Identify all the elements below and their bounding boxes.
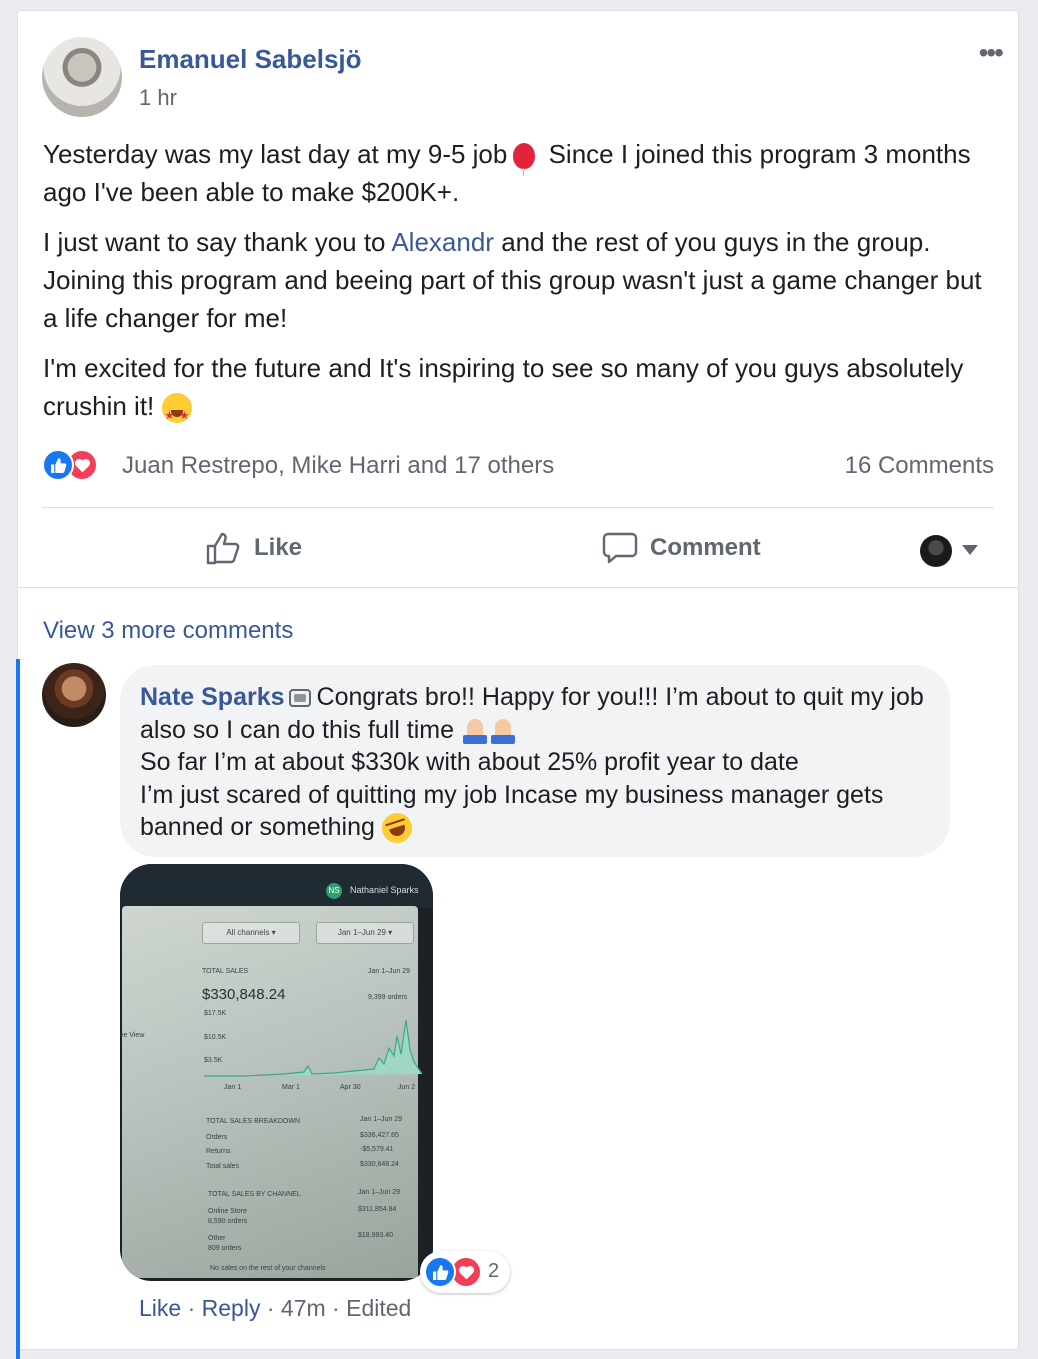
comment-photo[interactable]: NS Nathaniel Sparks All channels ▾ Jan 1… <box>120 864 433 1281</box>
channel-row-sub: 809 orders <box>208 1245 242 1252</box>
orders-count: 9,399 orders <box>368 994 408 1001</box>
channels-filter: All channels ▾ <box>202 922 300 944</box>
balloon-emoji-icon <box>513 143 536 177</box>
x-tick: Apr 30 <box>340 1084 361 1091</box>
comment-bubble-icon <box>602 532 638 564</box>
post-body: Yesterday was my last day at my 9-5 job … <box>43 135 993 437</box>
breakdown-row-value: $330,848.24 <box>360 1161 399 1168</box>
date-filter: Jan 1–Jun 29 ▾ <box>316 922 414 944</box>
channel-row-label: Other <box>208 1235 226 1242</box>
reaction-names[interactable]: Juan Restrepo, Mike Harri and 17 others <box>122 452 554 480</box>
folded-hands-emoji-icon <box>489 717 517 745</box>
comment-count[interactable]: 16 Comments <box>845 452 994 480</box>
channel-footer: No sales on the rest of your channels <box>210 1265 326 1272</box>
breakdown-row-label: Orders <box>206 1134 228 1141</box>
x-tick: Mar 1 <box>282 1084 300 1091</box>
comment-edited[interactable]: Edited <box>346 1295 411 1321</box>
comment-time[interactable]: 47m <box>281 1295 326 1321</box>
author-avatar[interactable] <box>42 37 122 117</box>
total-sales-label: TOTAL SALES <box>202 968 249 975</box>
post-text-segment: I just want to say thank you to <box>43 227 386 257</box>
post-card: Emanuel Sabelsjö 1 hr ••• Yesterday was … <box>16 10 1019 1359</box>
breakdown-label: TOTAL SALES BREAKDOWN <box>206 1118 301 1125</box>
comment-button-label: Comment <box>650 534 761 561</box>
account-name: Nathaniel Sparks <box>350 885 419 895</box>
channel-row-sub: 8,590 orders <box>208 1218 248 1225</box>
divider <box>18 587 1018 588</box>
chevron-down-icon[interactable] <box>962 545 978 555</box>
photo-screen <box>122 906 418 1278</box>
comment-bubble: Nate Sparks Congrats bro!! Happy for you!… <box>120 665 950 857</box>
commenter-name[interactable]: Nate Sparks <box>140 683 285 711</box>
post-text-segment: Yesterday was my last day at my 9-5 job <box>43 139 508 169</box>
conversation-starter-badge-icon[interactable] <box>288 689 311 708</box>
comment-reactions-badge[interactable]: 2 <box>420 1251 510 1293</box>
comment-text: I’m just scared of quitting my job Incas… <box>140 780 884 842</box>
breakdown-row-value: $336,427.65 <box>360 1132 399 1139</box>
rolling-laughing-emoji-icon <box>377 809 416 848</box>
comment-text: So far I’m at about $330k with about 25%… <box>140 748 799 776</box>
action-bar: Like Comment <box>18 511 1018 587</box>
channel-label: TOTAL SALES BY CHANNEL <box>208 1191 301 1198</box>
view-more-comments-link[interactable]: View 3 more comments <box>43 617 293 645</box>
author-name[interactable]: Emanuel Sabelsjö <box>139 44 362 75</box>
star-struck-emoji-icon <box>161 393 192 435</box>
divider <box>42 507 994 508</box>
like-reaction-icon <box>424 1256 456 1288</box>
breakdown-date: Jan 1–Jun 29 <box>360 1116 403 1123</box>
post-paragraph-3: I'm excited for the future and It's insp… <box>43 349 993 435</box>
comment-thread-highlight <box>16 659 20 1359</box>
more-options-icon[interactable]: ••• <box>979 37 1004 69</box>
total-sales-value: $330,848.24 <box>202 986 286 1003</box>
like-button[interactable]: Like <box>206 531 302 565</box>
like-reaction-icon <box>42 449 74 481</box>
sales-sparkline <box>204 1019 423 1077</box>
x-tick: Jan 1 <box>224 1084 242 1091</box>
comment-button[interactable]: Comment <box>602 531 761 565</box>
commenter-avatar[interactable] <box>42 663 106 727</box>
like-button-label: Like <box>254 534 303 561</box>
reaction-count: 2 <box>488 1260 500 1282</box>
comment-reply-link[interactable]: Reply <box>202 1295 261 1321</box>
post-paragraph-1: Yesterday was my last day at my 9-5 job … <box>43 135 993 211</box>
post-timestamp[interactable]: 1 hr <box>139 85 177 111</box>
breakdown-row-label: Returns <box>206 1148 231 1155</box>
comment-meta: Like · Reply · 47m · Edited <box>139 1295 412 1321</box>
thumbs-up-icon <box>206 532 240 565</box>
channel-date: Jan 1–Jun 29 <box>358 1189 401 1196</box>
breakdown-row-value: -$5,579.41 <box>360 1146 394 1153</box>
comment-like-link[interactable]: Like <box>139 1295 181 1321</box>
channel-row-label: Online Store <box>208 1208 247 1215</box>
side-label: ve View <box>120 1032 145 1039</box>
channel-row-value: $311,854.84 <box>358 1206 397 1213</box>
x-tick: Jun 2 <box>398 1084 416 1091</box>
breakdown-row-label: Total sales <box>206 1163 240 1170</box>
folded-hands-emoji-icon <box>461 717 489 745</box>
account-initials-badge: NS <box>326 883 342 899</box>
reactions-summary[interactable]: Juan Restrepo, Mike Harri and 17 others … <box>42 449 994 485</box>
post-paragraph-2: I just want to say thank you to Alexandr… <box>43 223 993 337</box>
total-sales-date: Jan 1–Jun 29 <box>368 968 411 975</box>
mention-link[interactable]: Alexandr <box>391 227 494 257</box>
profile-selector-avatar[interactable] <box>920 535 952 567</box>
channel-row-value: $18,993.40 <box>358 1232 394 1239</box>
